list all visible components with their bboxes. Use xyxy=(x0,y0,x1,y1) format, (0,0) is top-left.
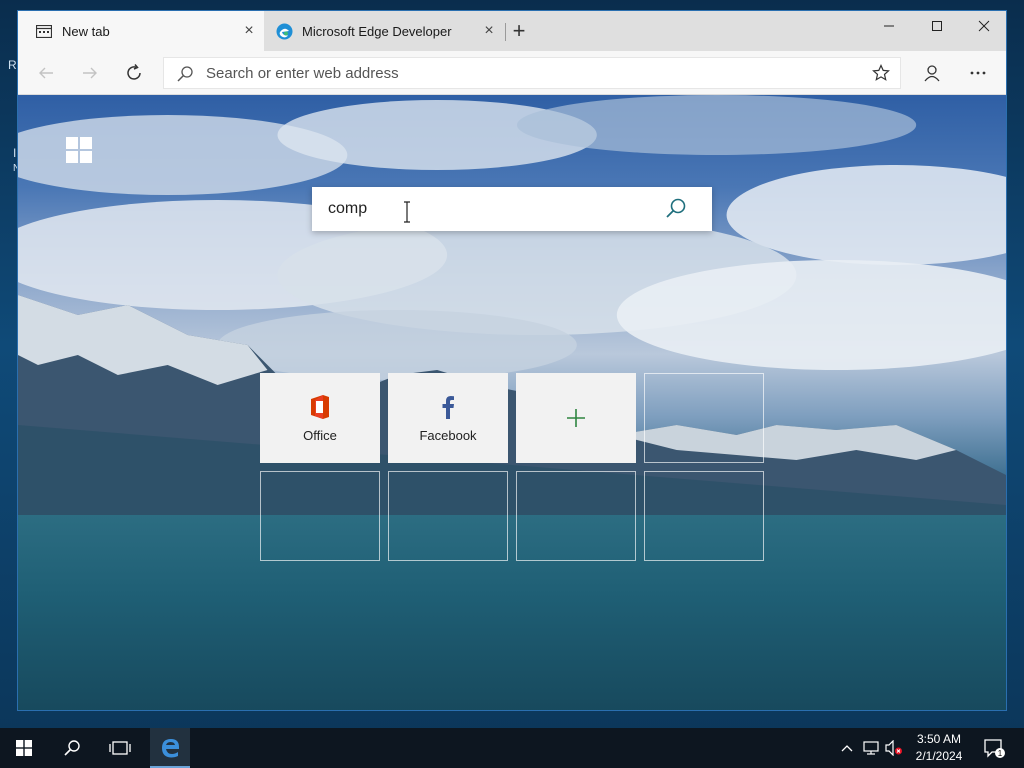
address-bar[interactable] xyxy=(163,57,901,89)
task-view-icon xyxy=(109,741,131,755)
task-view-button[interactable] xyxy=(96,728,144,768)
volume-muted-icon xyxy=(885,740,902,756)
refresh-button[interactable] xyxy=(122,61,146,85)
volume-button[interactable] xyxy=(885,728,903,768)
facebook-icon xyxy=(436,394,460,420)
empty-tile[interactable] xyxy=(644,373,764,463)
profile-button[interactable] xyxy=(920,61,944,85)
windows-logo-icon xyxy=(66,137,92,163)
notification-count: 1 xyxy=(998,749,1003,758)
arrow-left-icon xyxy=(39,67,53,79)
clock-date: 2/1/2024 xyxy=(915,749,963,763)
taskbar-clock[interactable]: 3:50 AM 2/1/2024 xyxy=(906,731,972,765)
plus-icon xyxy=(564,405,588,431)
maximize-icon xyxy=(932,21,942,31)
search-icon xyxy=(64,740,80,756)
window-close-button[interactable] xyxy=(961,11,1006,41)
arrow-right-icon xyxy=(83,67,97,79)
tile-label: Office xyxy=(303,427,337,443)
clock-time: 3:50 AM xyxy=(916,732,962,746)
top-site-facebook[interactable]: Facebook xyxy=(388,373,508,463)
edge-legacy-icon xyxy=(162,739,179,758)
action-center-button[interactable]: 1 xyxy=(982,736,1006,760)
taskbar-edge-button[interactable] xyxy=(150,728,190,768)
maximize-button[interactable] xyxy=(914,11,960,41)
chevron-up-icon xyxy=(841,745,853,752)
tab-new-tab[interactable]: New tab × xyxy=(18,11,264,51)
add-site-tile[interactable] xyxy=(516,373,636,463)
web-search-input[interactable] xyxy=(328,198,648,220)
taskbar-search-button[interactable] xyxy=(48,728,96,768)
top-sites-grid: Office Facebook xyxy=(260,373,766,563)
empty-tile[interactable] xyxy=(644,471,764,561)
empty-tile[interactable] xyxy=(516,471,636,561)
close-icon xyxy=(978,20,990,32)
person-icon xyxy=(924,65,940,82)
minimize-button[interactable] xyxy=(866,11,912,41)
top-site-office[interactable]: Office xyxy=(260,373,380,463)
empty-tile[interactable] xyxy=(388,471,508,561)
new-tab-button[interactable]: + xyxy=(508,20,530,43)
desktop-icon-label-fragment: R xyxy=(8,58,17,72)
star-icon[interactable] xyxy=(872,64,890,82)
tab-strip: New tab × Microsoft Edge Developer × + xyxy=(18,11,1006,51)
network-button[interactable] xyxy=(862,728,880,768)
search-icon xyxy=(177,66,193,82)
address-input[interactable] xyxy=(206,62,846,84)
close-icon[interactable]: × xyxy=(482,23,496,39)
show-hidden-icons-button[interactable] xyxy=(838,728,856,768)
back-button[interactable] xyxy=(34,61,58,85)
minimize-icon xyxy=(884,25,894,27)
more-options-button[interactable] xyxy=(966,61,990,85)
start-button[interactable] xyxy=(0,728,48,768)
forward-button[interactable] xyxy=(78,61,102,85)
tab-title: Microsoft Edge Developer xyxy=(302,24,452,39)
newtab-page-icon xyxy=(36,25,52,38)
empty-tile[interactable] xyxy=(260,471,380,561)
refresh-icon xyxy=(127,64,141,80)
text-cursor-icon xyxy=(404,201,410,223)
web-search-box[interactable] xyxy=(312,187,712,231)
tab-microsoft-edge-developer[interactable]: Microsoft Edge Developer × xyxy=(264,11,504,51)
new-tab-page: Office Facebook xyxy=(18,95,1006,710)
ellipsis-icon xyxy=(970,71,986,75)
navigation-toolbar xyxy=(18,51,1006,95)
tile-label: Facebook xyxy=(419,427,477,443)
windows-logo-icon xyxy=(16,740,32,756)
network-icon xyxy=(863,741,879,755)
desktop-icon-label-fragment: I xyxy=(13,146,17,160)
taskbar: 3:50 AM 2/1/2024 1 xyxy=(0,728,1024,768)
tab-title: New tab xyxy=(62,24,110,39)
notification-icon: 1 xyxy=(984,739,1005,758)
search-icon[interactable] xyxy=(664,197,688,221)
close-icon[interactable]: × xyxy=(242,23,256,39)
edge-logo-icon xyxy=(276,23,293,40)
office-icon xyxy=(308,394,332,420)
edge-browser-window: New tab × Microsoft Edge Developer × + S… xyxy=(17,10,1007,711)
tab-separator xyxy=(505,23,506,41)
